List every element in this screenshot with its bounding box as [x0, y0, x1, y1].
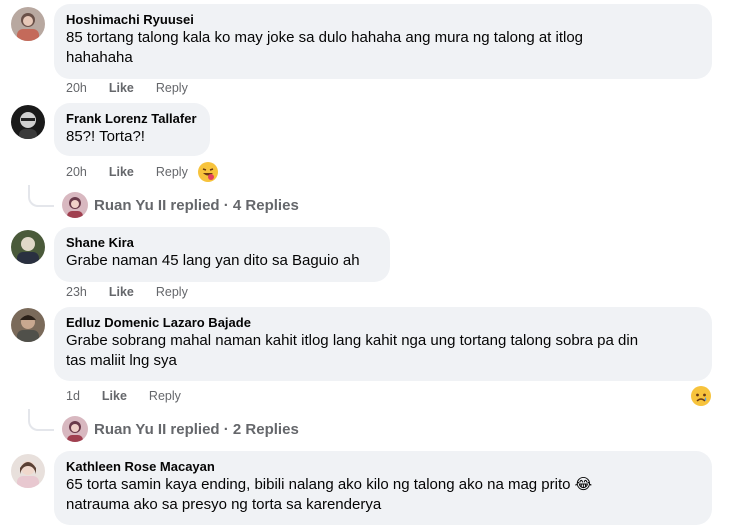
comment-bubble: Hoshimachi Ryuusei 85 tortang talong kal…: [54, 4, 712, 79]
comment-bubble: Shane Kira Grabe naman 45 lang yan dito …: [54, 227, 390, 282]
comment-author[interactable]: Shane Kira: [66, 234, 378, 251]
reply-button[interactable]: Reply: [156, 81, 188, 95]
view-replies-button[interactable]: Ruan Yu II replied · 4 Replies: [62, 192, 299, 218]
avatar[interactable]: [11, 308, 45, 342]
like-button[interactable]: Like: [109, 165, 134, 179]
comment-bubble: Kathleen Rose Macayan 65 torta samin kay…: [54, 451, 712, 525]
comment-text: natrauma ako sa presyo ng torta sa karen…: [66, 496, 382, 513]
reply-button[interactable]: Reply: [156, 285, 188, 299]
comment-text: 85?! Torta?!: [66, 128, 145, 145]
comment-actions: 23h Like Reply: [66, 284, 210, 300]
reply-button[interactable]: Reply: [156, 165, 188, 179]
comment-text: tas maliit lng sya: [66, 352, 177, 369]
comment-author[interactable]: Kathleen Rose Macayan: [66, 458, 700, 475]
avatar[interactable]: [11, 105, 45, 139]
comment-text: 65 torta samin kaya ending, bibili nalan…: [66, 476, 593, 493]
comment-time[interactable]: 20h: [66, 165, 87, 179]
comment-author[interactable]: Edluz Domenic Lazaro Bajade: [66, 314, 700, 331]
comment-time[interactable]: 20h: [66, 81, 87, 95]
sad-emoji-icon[interactable]: [690, 385, 712, 407]
comment-bubble: Frank Lorenz Tallafer 85?! Torta?!: [54, 103, 210, 156]
comment-text: Grabe sobrang mahal naman kahit itlog la…: [66, 332, 639, 349]
avatar[interactable]: [11, 7, 45, 41]
comment-text: 85 tortang talong kala ko may joke sa du…: [66, 29, 584, 46]
replies-summary: Ruan Yu II replied · 4 Replies: [94, 196, 299, 214]
avatar: [62, 416, 88, 442]
comment-author[interactable]: Hoshimachi Ryuusei: [66, 11, 700, 28]
like-button[interactable]: Like: [109, 81, 134, 95]
avatar: [62, 192, 88, 218]
reply-button[interactable]: Reply: [149, 389, 181, 403]
thread-connector: [28, 409, 54, 431]
thread-connector: [28, 185, 54, 207]
like-button[interactable]: Like: [102, 389, 127, 403]
comment-time[interactable]: 1d: [66, 389, 80, 403]
comment-author[interactable]: Frank Lorenz Tallafer: [66, 110, 198, 127]
like-button[interactable]: Like: [109, 285, 134, 299]
avatar[interactable]: [11, 454, 45, 488]
haha-tongue-emoji-icon[interactable]: [197, 161, 219, 183]
comment-actions: 20h Like Reply: [66, 80, 210, 96]
comment-text: Grabe naman 45 lang yan dito sa Baguio a…: [66, 252, 360, 269]
comment-time[interactable]: 23h: [66, 285, 87, 299]
comment-text: hahahaha: [66, 49, 133, 66]
avatar[interactable]: [11, 230, 45, 264]
comment-actions: 20h Like Reply: [66, 164, 210, 180]
view-replies-button[interactable]: Ruan Yu II replied · 2 Replies: [62, 416, 299, 442]
replies-summary: Ruan Yu II replied · 2 Replies: [94, 420, 299, 438]
comment-actions: 1d Like Reply: [66, 388, 203, 404]
comment-bubble: Edluz Domenic Lazaro Bajade Grabe sobran…: [54, 307, 712, 381]
